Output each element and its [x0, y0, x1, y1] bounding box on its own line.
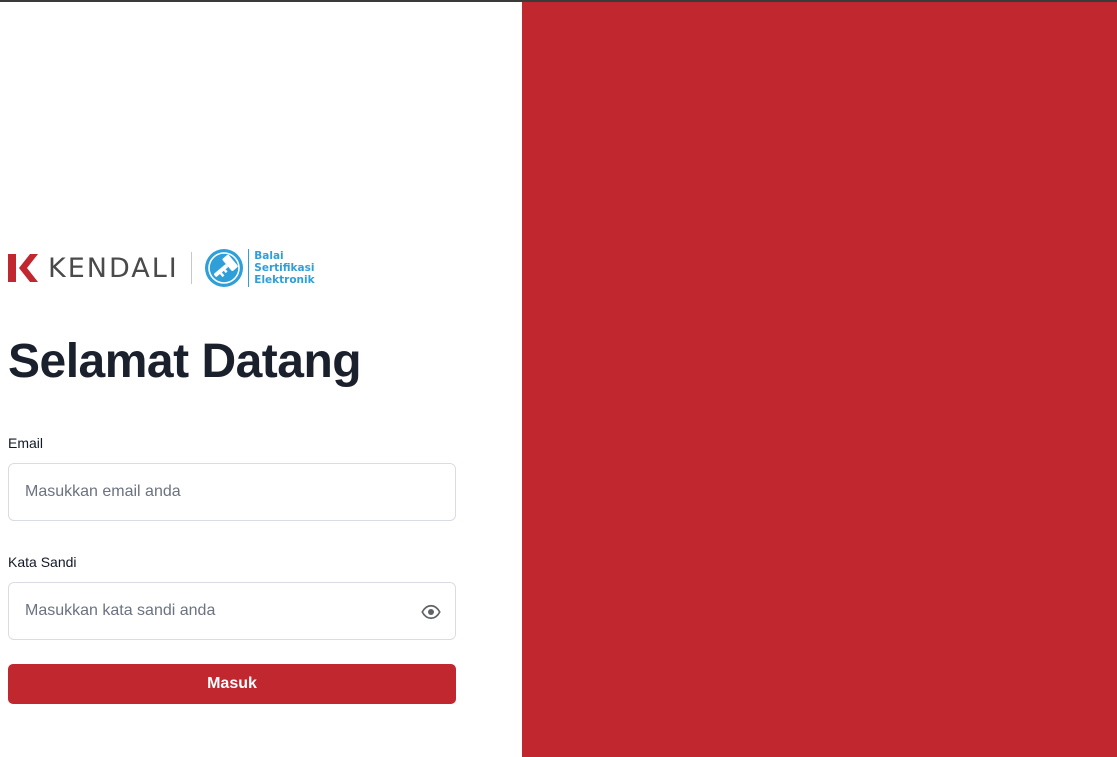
bse-logo-line: Elektronik: [254, 274, 315, 286]
brand-name: KENDALI: [48, 252, 179, 284]
password-field-box: [8, 582, 456, 640]
login-button[interactable]: Masuk: [8, 664, 456, 704]
logo-divider: [190, 252, 192, 284]
bse-logo-line: Sertifikasi: [254, 262, 315, 274]
eye-icon[interactable]: [421, 602, 441, 622]
bse-logo-icon: [204, 249, 243, 287]
bse-logo-text: Balai Sertifikasi Elektronik: [254, 250, 314, 286]
password-label: Kata Sandi: [8, 554, 77, 570]
logo-row: KENDALI Balai Sertifikasi Elektronik: [8, 247, 315, 289]
email-input[interactable]: [9, 464, 455, 520]
password-input[interactable]: [9, 583, 455, 639]
bse-logo-line: Balai: [254, 250, 284, 262]
kendali-logo-icon: [8, 254, 38, 282]
bse-logo-bar: [247, 249, 250, 287]
email-label: Email: [8, 435, 44, 451]
page-title: Selamat Datang: [8, 335, 362, 388]
email-field-box: [8, 463, 456, 521]
brand-side-panel: [522, 2, 1117, 757]
